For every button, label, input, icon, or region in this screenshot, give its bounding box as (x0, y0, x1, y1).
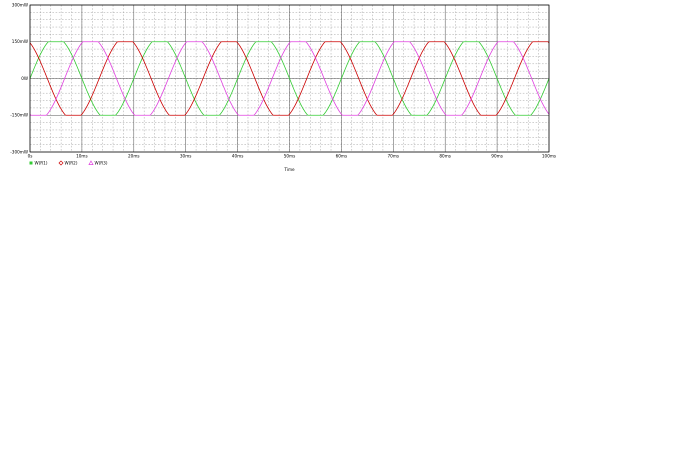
y-tick-label: 300mW (12, 2, 28, 7)
x-tick-label: 50ms (284, 154, 296, 159)
legend-marker-triangle (88, 160, 94, 165)
chart: -300mW -150mW 0W 150mW 300mW 0s 10ms 20ms 30ms 4… (10, 2, 557, 172)
legend-label: W(R1) (35, 161, 48, 166)
y-tick-label: 150mW (12, 39, 28, 44)
y-tick-label: -150mW (10, 113, 28, 118)
legend-label: W(R2) (65, 161, 78, 166)
legend-label: W(R3) (95, 161, 108, 166)
x-tick-label: 100ms (542, 154, 556, 159)
x-tick-label: 90ms (491, 154, 503, 159)
x-tick-label: 30ms (180, 154, 192, 159)
legend-marker-diamond (58, 160, 64, 166)
x-tick-label: 60ms (336, 154, 348, 159)
x-tick-label: 20ms (128, 154, 140, 159)
x-tick-label: 80ms (439, 154, 451, 159)
y-tick-label: 0W (21, 76, 28, 81)
x-tick-labels: 0s 10ms 20ms 30ms 40ms 50ms 60ms 70ms 80ms 90ms 10… (28, 154, 557, 159)
legend-marker-square (29, 161, 33, 165)
x-tick-label: 40ms (232, 154, 244, 159)
legend: W(R1) W(R2) W(R3) (29, 160, 108, 166)
x-tick-label: 0s (28, 154, 33, 159)
y-tick-label: -300mW (10, 149, 28, 154)
x-tick-label: 10ms (76, 154, 88, 159)
x-axis-label: Time (283, 167, 295, 172)
y-tick-labels: -300mW -150mW 0W 150mW 300mW (10, 2, 28, 154)
x-tick-label: 70ms (388, 154, 400, 159)
